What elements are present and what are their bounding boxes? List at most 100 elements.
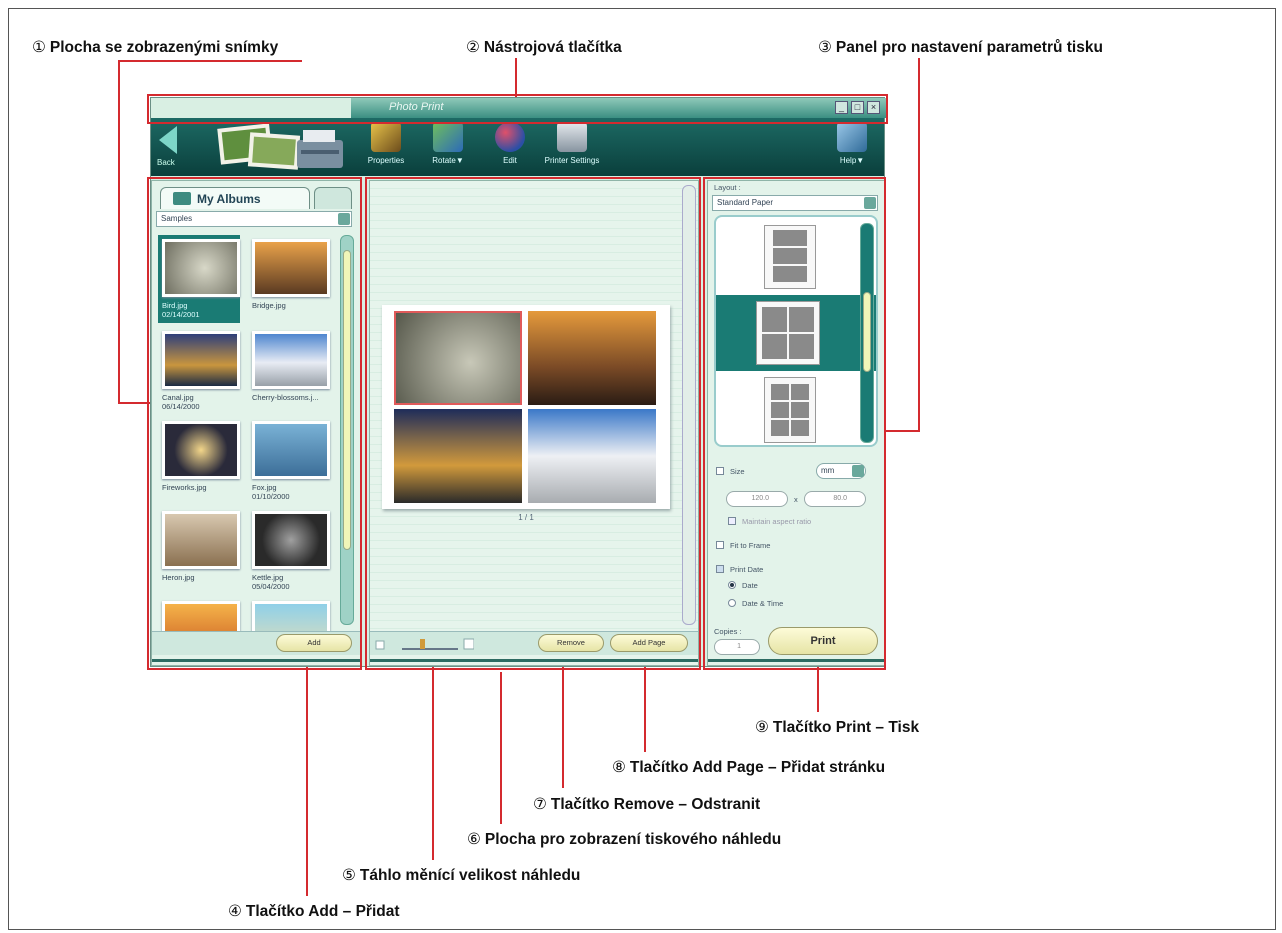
thumbnail-item[interactable] — [162, 601, 244, 635]
rotate-icon — [433, 122, 463, 152]
photo-print-window: Photo Print _ □ × Back Properties Rotate… — [150, 97, 886, 667]
thumbnail-item[interactable]: Fireworks.jpg — [162, 421, 244, 492]
edit-label: Edit — [503, 156, 517, 165]
preview-photo-canal[interactable] — [394, 409, 522, 503]
panel-divider — [370, 659, 698, 662]
thumbnail-caption: Bridge.jpg — [252, 301, 286, 310]
date-radio-label: Date — [742, 581, 758, 590]
panel-divider — [152, 659, 360, 662]
properties-button[interactable]: Properties — [357, 122, 415, 176]
thumbnail-item[interactable]: Canal.jpg 06/14/2000 — [162, 331, 244, 411]
thumbnail-item[interactable]: Heron.jpg — [162, 511, 244, 582]
chevron-down-icon — [852, 465, 864, 477]
print-button[interactable]: Print — [768, 627, 878, 655]
layout-option-2x2-selected[interactable] — [716, 295, 876, 371]
thumbnail-item[interactable] — [252, 601, 334, 635]
callout-5: ⑤ Táhlo měnící velikost náhledu — [342, 867, 581, 884]
aspect-ratio-checkbox[interactable] — [728, 517, 736, 525]
back-label: Back — [157, 158, 175, 167]
print-date-checkbox[interactable] — [716, 565, 724, 573]
rotate-label: Rotate▼ — [432, 156, 464, 165]
thumbnail-panel: My Albums Samples Bird.jpg 02/14/2001 Br… — [151, 180, 361, 666]
leader-4 — [306, 654, 308, 896]
thumbnail-item[interactable]: Bird.jpg 02/14/2001 — [158, 235, 240, 323]
print-settings-panel: Layout : Standard Paper Size mm 120.0 x … — [707, 180, 885, 666]
date-radio[interactable] — [728, 581, 736, 589]
layout-option-2x3[interactable] — [764, 377, 816, 443]
preview-size-slider[interactable] — [374, 635, 474, 653]
thumbnail-caption: Fox.jpg 01/10/2000 — [252, 483, 290, 501]
aspect-ratio-label: Maintain aspect ratio — [742, 517, 812, 526]
back-button[interactable]: Back — [155, 126, 191, 174]
preview-photo-bird[interactable] — [394, 311, 522, 405]
album-select[interactable]: Samples — [156, 211, 352, 227]
leader-1-v — [118, 60, 120, 404]
thumbnail-caption: Kettle.jpg 05/04/2000 — [252, 573, 290, 591]
thumbnail-item[interactable]: Bridge.jpg — [252, 239, 334, 310]
chevron-down-icon — [864, 197, 876, 209]
leader-3-h — [886, 430, 920, 432]
size-checkbox[interactable] — [716, 467, 724, 475]
album-icon — [173, 192, 191, 205]
leader-3-v — [918, 58, 920, 432]
leader-8 — [644, 654, 646, 752]
times-sign: x — [794, 495, 798, 504]
panel-divider — [708, 659, 884, 662]
leader-1-top — [118, 60, 302, 62]
unit-select[interactable]: mm — [816, 463, 866, 479]
help-icon — [837, 122, 867, 152]
printer-settings-button[interactable]: Printer Settings — [543, 122, 601, 176]
chevron-down-icon — [338, 213, 350, 225]
preview-photo-bridge[interactable] — [528, 311, 656, 405]
thumbnail-item[interactable]: Kettle.jpg 05/04/2000 — [252, 511, 334, 591]
tab-folders[interactable] — [314, 187, 352, 209]
close-button[interactable]: × — [867, 101, 880, 114]
help-button[interactable]: Help▼ — [823, 122, 881, 176]
paper-select[interactable]: Standard Paper — [712, 195, 878, 211]
leader-5 — [432, 654, 434, 860]
callout-8: ⑧ Tlačítko Add Page – Přidat stránku — [612, 759, 886, 776]
date-time-radio-label: Date & Time — [742, 599, 784, 608]
height-input[interactable]: 80.0 — [804, 491, 866, 507]
printer-settings-icon — [557, 122, 587, 152]
remove-button[interactable]: Remove — [538, 634, 604, 652]
callout-7: ⑦ Tlačítko Remove – Odstranit — [533, 796, 761, 813]
leader-7 — [562, 654, 564, 788]
layout-option-1x3[interactable] — [764, 225, 816, 289]
thumbnail-scrollbar[interactable] — [340, 235, 354, 625]
properties-icon — [371, 122, 401, 152]
fit-frame-checkbox[interactable] — [716, 541, 724, 549]
preview-photo-blossoms[interactable] — [528, 409, 656, 503]
leader-6 — [500, 672, 502, 824]
callout-9: ⑨ Tlačítko Print – Tisk — [755, 719, 920, 736]
restore-button[interactable]: □ — [851, 101, 864, 114]
thumbnail-item[interactable]: Fox.jpg 01/10/2000 — [252, 421, 334, 501]
tab-my-albums-label: My Albums — [197, 192, 261, 206]
layout-scrollbar[interactable] — [860, 223, 874, 443]
add-page-button[interactable]: Add Page — [610, 634, 688, 652]
preview-scrollbar[interactable] — [682, 185, 696, 625]
copies-label: Copies : — [714, 627, 742, 636]
preview-page — [382, 305, 670, 509]
scrollbar-thumb[interactable] — [863, 292, 871, 372]
title-bar: Photo Print _ □ × — [351, 98, 886, 118]
paper-select-value: Standard Paper — [717, 198, 774, 207]
scrollbar-thumb[interactable] — [343, 250, 351, 550]
callout-3: ③ Panel pro nastavení parametrů tisku — [818, 39, 1103, 56]
date-time-radio[interactable] — [728, 599, 736, 607]
help-label: Help▼ — [839, 156, 865, 165]
page-indicator: 1 / 1 — [518, 513, 534, 522]
thumbnail-item[interactable]: Cherry-blossoms.j... — [252, 331, 334, 402]
tab-my-albums[interactable]: My Albums — [160, 187, 310, 209]
callout-2: ② Nástrojová tlačítka — [466, 39, 622, 56]
minimize-button[interactable]: _ — [835, 101, 848, 114]
properties-label: Properties — [367, 156, 405, 165]
printer-settings-label: Printer Settings — [544, 156, 600, 165]
rotate-button[interactable]: Rotate▼ — [419, 122, 477, 176]
add-button[interactable]: Add — [276, 634, 352, 652]
callout-1: ① Plocha se zobrazenými snímky — [32, 39, 279, 56]
edit-button[interactable]: Edit — [481, 122, 539, 176]
width-input[interactable]: 120.0 — [726, 491, 788, 507]
layout-label: Layout : — [714, 183, 741, 192]
copies-input[interactable]: 1 — [714, 639, 760, 655]
